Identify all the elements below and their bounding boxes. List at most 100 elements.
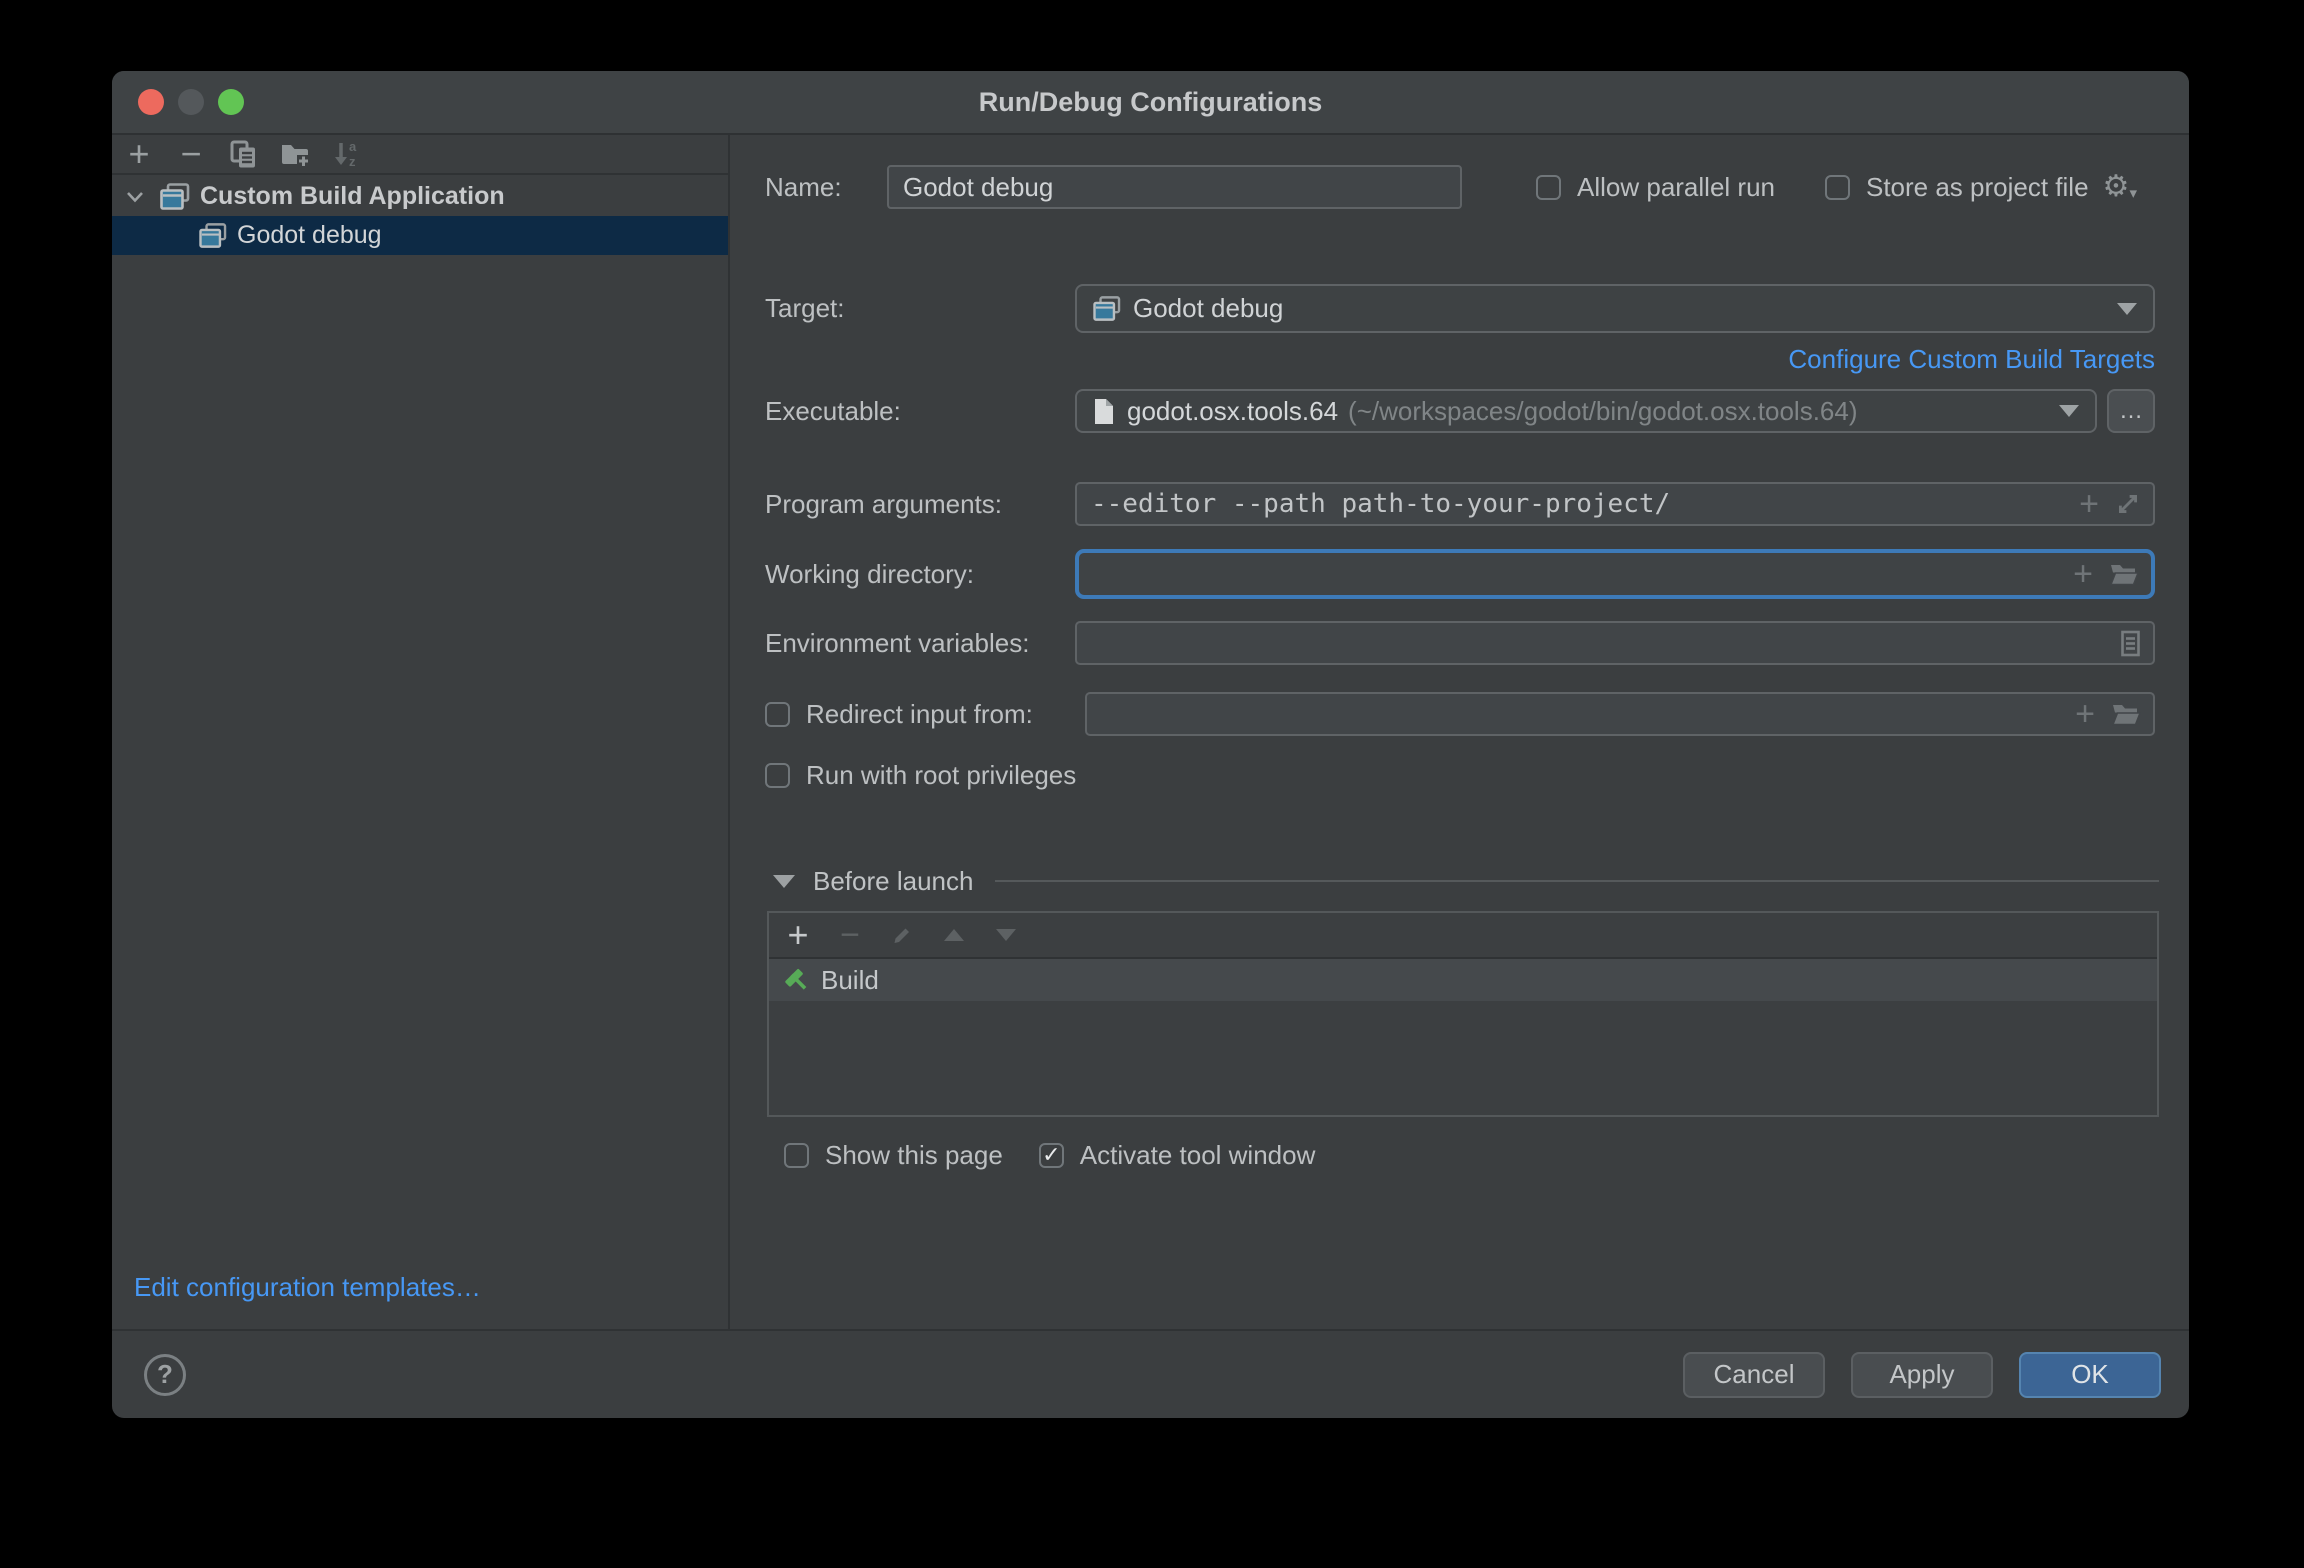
application-icon [199, 223, 227, 248]
activate-tool-window-label: Activate tool window [1080, 1140, 1316, 1171]
program-arguments-field[interactable]: --editor --path path-to-your-project/ + [1075, 482, 2155, 526]
add-task-button[interactable]: + [783, 920, 813, 950]
configurations-sidebar: + − [112, 135, 730, 1329]
minimize-button[interactable] [178, 89, 204, 115]
executable-dropdown[interactable]: godot.osx.tools.64 (~/workspaces/godot/b… [1075, 389, 2097, 433]
allow-parallel-run-label: Allow parallel run [1577, 172, 1775, 203]
page-options-row: Show this page ✓ Activate tool window [784, 1135, 1351, 1175]
name-label: Name: [765, 172, 887, 203]
move-task-down-button[interactable] [991, 920, 1021, 950]
collapse-triangle-icon[interactable] [773, 875, 795, 888]
new-folder-icon [280, 141, 310, 167]
edit-configuration-templates-link[interactable]: Edit configuration templates… [134, 1272, 481, 1303]
target-value: Godot debug [1133, 293, 1283, 324]
remove-configuration-button[interactable]: − [175, 138, 207, 170]
working-directory-field[interactable]: + [1075, 549, 2155, 599]
executable-file-name: godot.osx.tools.64 [1127, 396, 1338, 427]
remove-task-button[interactable]: − [835, 920, 865, 950]
ok-button[interactable]: OK [2019, 1352, 2161, 1398]
cancel-button[interactable]: Cancel [1683, 1352, 1825, 1398]
show-this-page-checkbox[interactable] [784, 1143, 809, 1168]
edit-task-button[interactable] [887, 920, 917, 950]
application-icon [160, 183, 190, 210]
program-arguments-row: Program arguments: --editor --path path-… [765, 482, 2155, 526]
sort-alphabetically-icon: a z [332, 140, 362, 168]
plus-icon: + [787, 920, 808, 950]
traffic-lights [138, 71, 244, 133]
insert-macro-icon[interactable]: + [2075, 700, 2095, 728]
allow-parallel-run-checkbox[interactable] [1536, 175, 1561, 200]
tree-group-label: Custom Build Application [200, 182, 505, 211]
program-arguments-label: Program arguments: [765, 489, 1075, 520]
redirect-input-row: Redirect input from: + [765, 692, 2155, 736]
store-options-gear-icon[interactable]: ⚙▾ [2103, 172, 2137, 202]
tree-group-custom-build-application[interactable]: Custom Build Application [112, 177, 728, 216]
copy-configuration-button[interactable] [227, 138, 259, 170]
redirect-input-field[interactable]: + [1085, 692, 2155, 736]
working-directory-label: Working directory: [765, 559, 1075, 590]
file-icon [1093, 398, 1115, 425]
before-launch-panel: + − [767, 911, 2159, 1117]
pencil-icon [890, 923, 914, 947]
program-arguments-value: --editor --path path-to-your-project/ [1077, 489, 1670, 519]
target-row: Target: Godot debug [765, 284, 2155, 333]
svg-text:a: a [349, 140, 357, 154]
task-label: Build [821, 965, 879, 996]
configure-link-row: Configure Custom Build Targets [765, 339, 2155, 379]
executable-label: Executable: [765, 396, 1075, 427]
plus-icon: + [128, 139, 149, 169]
before-launch-task-build[interactable]: Build [769, 959, 2157, 1001]
minus-icon: − [180, 139, 201, 169]
add-configuration-button[interactable]: + [123, 138, 155, 170]
configuration-form: Name: Allow parallel run Store as projec… [730, 135, 2189, 1329]
name-row: Name: Allow parallel run Store as projec… [765, 161, 2155, 213]
insert-macro-icon[interactable]: + [2073, 560, 2093, 588]
sort-configurations-button[interactable]: a z [331, 138, 363, 170]
target-dropdown[interactable]: Godot debug [1075, 284, 2155, 333]
environment-variables-row: Environment variables: [765, 621, 2155, 665]
sidebar-toolbar: + − [112, 135, 728, 175]
run-debug-configurations-dialog: Run/Debug Configurations + − [112, 71, 2189, 1418]
configuration-tree: Custom Build Application Godot debug [112, 175, 728, 1329]
browse-folder-icon[interactable] [2111, 702, 2141, 726]
browse-executable-button[interactable]: … [2107, 389, 2155, 433]
run-with-root-label: Run with root privileges [806, 760, 1076, 791]
redirect-input-checkbox[interactable] [765, 702, 790, 727]
environment-variables-field[interactable] [1075, 621, 2155, 665]
move-task-up-button[interactable] [939, 920, 969, 950]
section-divider [995, 880, 2159, 882]
insert-macro-icon[interactable]: + [2079, 490, 2099, 518]
executable-row: Executable: godot.osx.tools.64 (~/worksp… [765, 389, 2155, 433]
application-icon [1093, 296, 1121, 321]
run-with-root-checkbox[interactable] [765, 763, 790, 788]
dropdown-caret-icon [2059, 405, 2079, 417]
redirect-input-label: Redirect input from: [806, 699, 1033, 730]
activate-tool-window-checkbox[interactable]: ✓ [1039, 1143, 1064, 1168]
apply-button[interactable]: Apply [1851, 1352, 1993, 1398]
executable-file-path: (~/workspaces/godot/bin/godot.osx.tools.… [1348, 396, 1857, 427]
run-with-root-row: Run with root privileges [765, 757, 1076, 793]
tree-item-label: Godot debug [237, 221, 382, 250]
show-this-page-label: Show this page [825, 1140, 1003, 1171]
new-folder-button[interactable] [279, 138, 311, 170]
tree-item-godot-debug[interactable]: Godot debug [112, 216, 728, 255]
store-as-project-file-checkbox[interactable] [1825, 175, 1850, 200]
configure-custom-build-targets-link[interactable]: Configure Custom Build Targets [1788, 344, 2155, 375]
before-launch-header: Before launch [765, 861, 2159, 901]
environment-variables-label: Environment variables: [765, 628, 1075, 659]
down-triangle-icon [996, 929, 1016, 941]
close-button[interactable] [138, 89, 164, 115]
browse-folder-icon[interactable] [2109, 562, 2139, 586]
zoom-button[interactable] [218, 89, 244, 115]
question-mark-icon: ? [157, 1359, 173, 1390]
copy-icon [230, 140, 257, 169]
chevron-down-icon [126, 191, 144, 203]
store-as-project-file-label: Store as project file [1866, 172, 2089, 203]
expand-field-icon[interactable] [2115, 491, 2141, 517]
help-button[interactable]: ? [144, 1354, 186, 1396]
check-mark: ✓ [1042, 1142, 1060, 1168]
name-input[interactable] [887, 165, 1462, 209]
dropdown-caret-icon [2117, 303, 2137, 315]
title-bar: Run/Debug Configurations [112, 71, 2189, 135]
edit-variables-list-icon[interactable] [2120, 630, 2141, 657]
